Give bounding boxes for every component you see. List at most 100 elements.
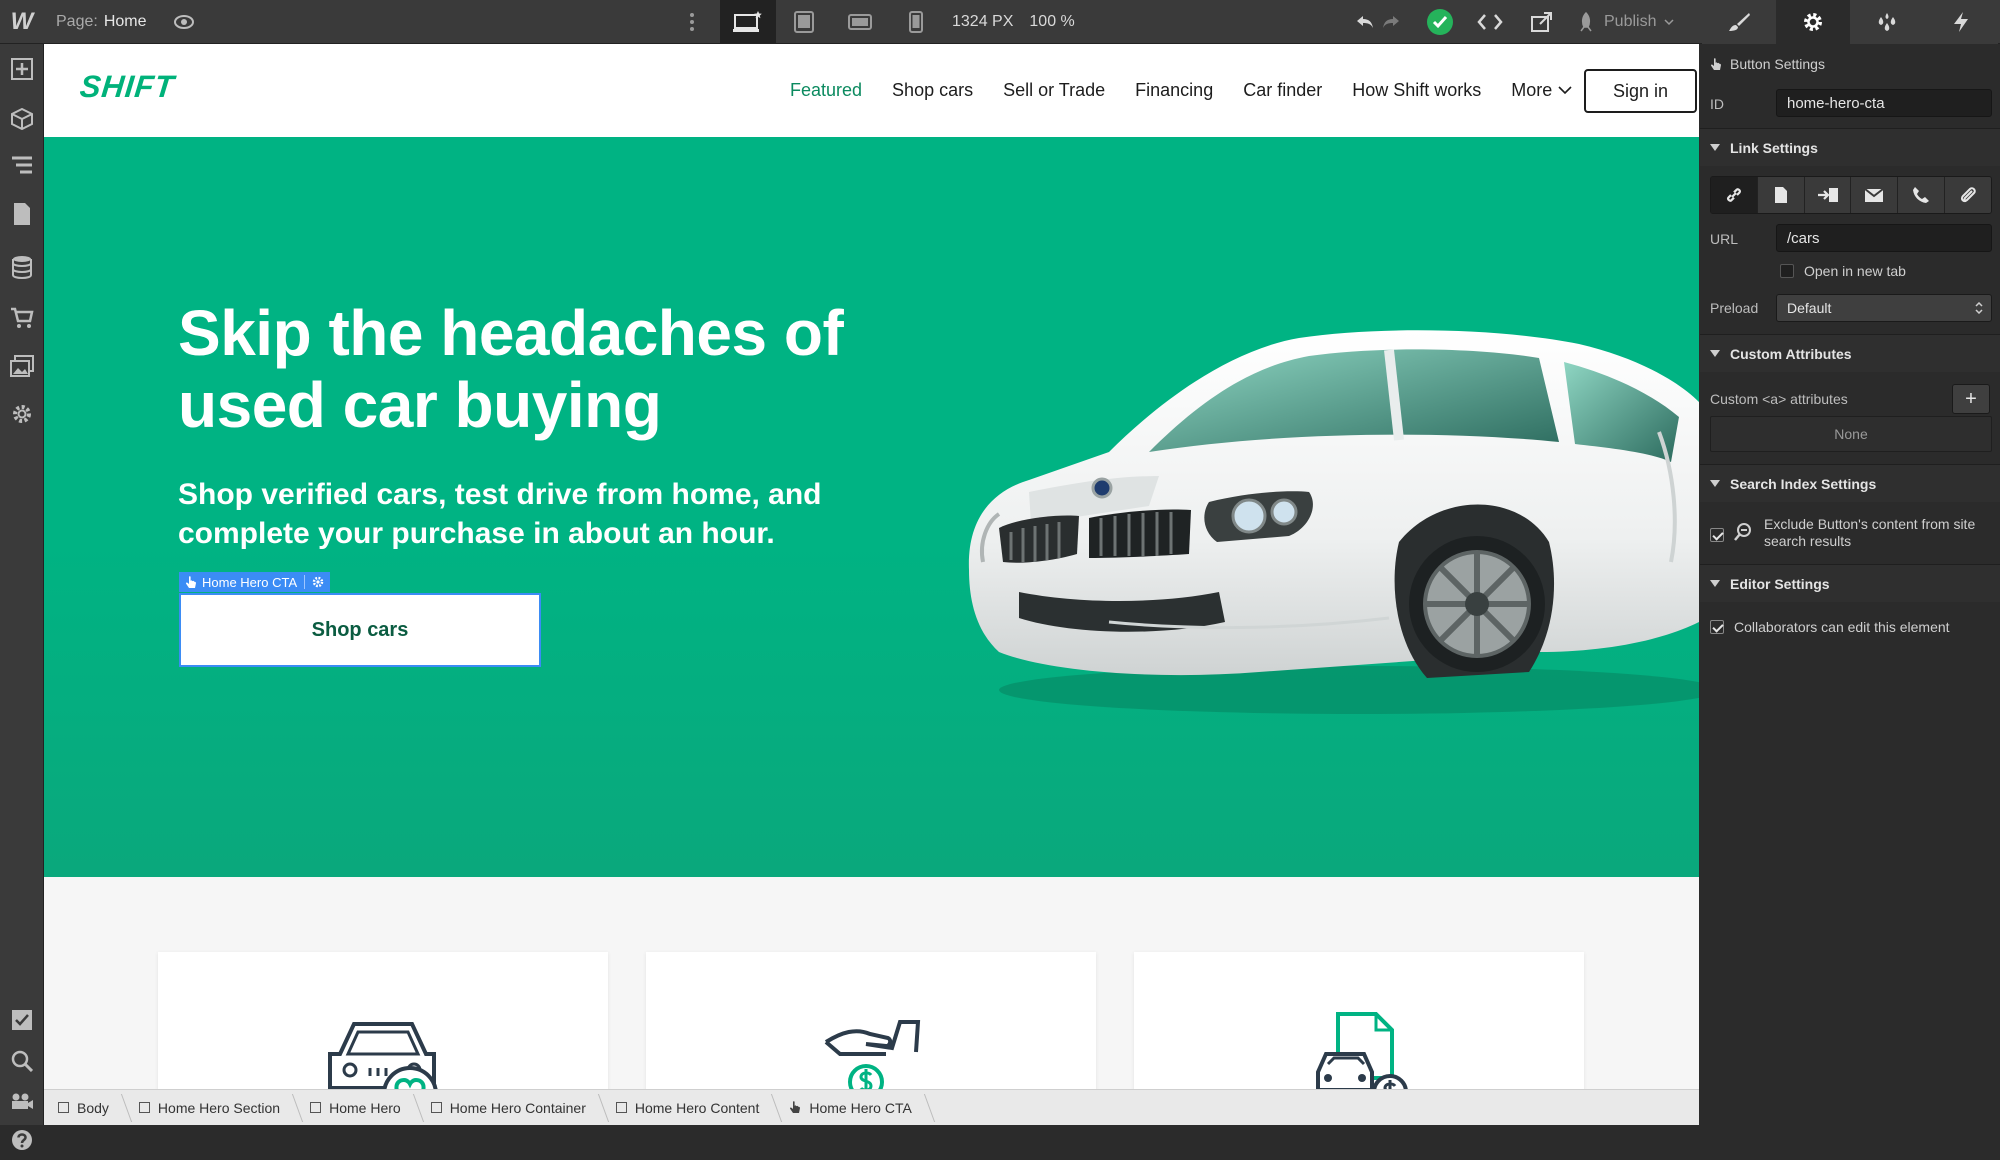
email-link-icon[interactable] <box>1851 177 1899 213</box>
hero-title: Skip the headaches of used car buying <box>178 297 844 441</box>
add-elements-plus-icon[interactable] <box>0 47 44 91</box>
nav-link-car-finder[interactable]: Car finder <box>1243 80 1322 101</box>
nav-link-featured[interactable]: Featured <box>790 80 862 101</box>
breadcrumb-label: Home Hero Section <box>157 1099 281 1116</box>
element-id-input[interactable]: home-hero-cta <box>1776 89 1992 117</box>
collapse-triangle-icon <box>1710 580 1720 587</box>
assets-images-icon[interactable] <box>0 344 44 388</box>
url-link-icon[interactable] <box>1711 177 1758 213</box>
panel-element-header: Button Settings <box>1710 54 1825 74</box>
car-heart-icon <box>328 1022 438 1089</box>
phone-link-icon[interactable] <box>1898 177 1946 213</box>
video-tutorials-icon[interactable] <box>0 1079 44 1123</box>
nav-link-financing[interactable]: Financing <box>1135 80 1213 101</box>
symbols-cube-icon[interactable] <box>0 97 44 141</box>
nav-link-sell-or-trade[interactable]: Sell or Trade <box>1003 80 1105 101</box>
url-label: URL <box>1710 231 1739 247</box>
tablet-breakpoint-icon[interactable] <box>776 0 832 44</box>
site-navbar: SHIFT Featured Shop cars Sell or Trade F… <box>44 44 1699 137</box>
breadcrumb-home-hero[interactable]: Home Hero <box>296 1090 417 1126</box>
shift-logo[interactable]: SHIFT <box>78 69 176 105</box>
section-title: Search Index Settings <box>1730 475 1877 492</box>
car-document-icon <box>1316 1012 1408 1089</box>
section-title: Link Settings <box>1730 139 1818 156</box>
publish-button[interactable]: Publish <box>1576 0 1675 44</box>
search-index-settings-header[interactable]: Search Index Settings <box>1700 464 2000 502</box>
undo-icon[interactable] <box>1355 14 1375 30</box>
collaborators-edit-label: Collaborators can edit this element <box>1734 619 1950 635</box>
share-icon[interactable] <box>1522 0 1562 44</box>
interactions-drops-icon[interactable] <box>1850 0 1924 44</box>
section-link-icon[interactable] <box>1804 177 1852 213</box>
exclude-from-search-label: Exclude Button's content from site searc… <box>1764 516 1976 549</box>
element-breadcrumb: Body Home Hero Section Home Hero Home He… <box>44 1089 1699 1125</box>
panel-tabs <box>1702 0 1998 44</box>
feature-card-financing <box>646 952 1096 1089</box>
preload-label: Preload <box>1710 300 1759 316</box>
page-link-icon[interactable] <box>1757 177 1805 213</box>
breadcrumb-home-hero-content[interactable]: Home Hero Content <box>602 1090 776 1126</box>
sign-in-button[interactable]: Sign in <box>1584 69 1697 113</box>
select-arrows-icon <box>1975 302 1983 314</box>
breadcrumb-home-hero-container[interactable]: Home Hero Container <box>417 1090 602 1126</box>
collapse-triangle-icon <box>1710 350 1720 357</box>
collapse-triangle-icon <box>1710 144 1720 151</box>
webflow-logo[interactable]: W <box>0 0 44 44</box>
navigator-layers-icon[interactable] <box>0 143 44 187</box>
mobile-portrait-breakpoint-icon[interactable] <box>888 0 944 44</box>
collaborators-edit-checkbox[interactable] <box>1710 620 1724 634</box>
help-question-icon[interactable] <box>0 1120 44 1160</box>
custom-attributes-header[interactable]: Custom Attributes <box>1700 334 2000 372</box>
selected-element-tag[interactable]: Home Hero CTA <box>179 572 331 592</box>
site-nav-links: Featured Shop cars Sell or Trade Financi… <box>790 44 1602 137</box>
designer-left-toolbar <box>0 44 44 1150</box>
hero-car-image <box>968 330 1699 714</box>
div-box-icon <box>615 1102 627 1113</box>
home-hero-cta-button[interactable]: Shop cars <box>179 593 541 667</box>
style-panel-brush-icon[interactable] <box>1702 0 1776 44</box>
editor-settings-header[interactable]: Editor Settings <box>1700 564 2000 602</box>
collapse-triangle-icon <box>1710 480 1720 487</box>
redo-icon[interactable] <box>1381 14 1401 30</box>
desktop-breakpoint-icon[interactable] <box>720 0 776 44</box>
exclude-from-search-checkbox[interactable] <box>1710 528 1724 542</box>
nav-link-shop-cars[interactable]: Shop cars <box>892 80 973 101</box>
file-attachment-icon[interactable] <box>1945 177 1991 213</box>
selected-element-name: Home Hero CTA <box>202 574 298 590</box>
cms-database-icon[interactable] <box>0 245 44 289</box>
link-settings-header[interactable]: Link Settings <box>1700 128 2000 166</box>
nav-link-how-shift-works[interactable]: How Shift works <box>1352 80 1481 101</box>
page-selector[interactable]: Page: Home <box>56 0 147 44</box>
nav-more-dropdown[interactable]: More <box>1511 80 1572 101</box>
search-icon[interactable] <box>0 1039 44 1083</box>
design-canvas[interactable]: SHIFT Featured Shop cars Sell or Trade F… <box>44 44 1699 1089</box>
settings-gear-icon[interactable] <box>1776 0 1850 44</box>
breadcrumb-body[interactable]: Body <box>44 1090 125 1126</box>
project-settings-gear-icon[interactable] <box>0 392 44 436</box>
mobile-landscape-breakpoint-icon[interactable] <box>832 0 888 44</box>
section-title: Custom Attributes <box>1730 345 1852 362</box>
save-status-check-icon[interactable] <box>1420 0 1460 44</box>
add-attribute-plus-icon[interactable]: + <box>1952 384 1990 414</box>
settings-panel: Button Settings ID home-hero-cta Link Se… <box>1700 44 2000 1125</box>
breadcrumb-home-hero-section[interactable]: Home Hero Section <box>125 1090 296 1126</box>
breakpoint-switcher <box>720 0 944 44</box>
url-input[interactable]: /cars <box>1776 224 1992 252</box>
audit-checkbox-icon[interactable] <box>0 998 44 1042</box>
more-vertical-icon[interactable] <box>680 0 704 44</box>
ecommerce-cart-icon[interactable] <box>0 296 44 340</box>
chevron-down-icon <box>1664 19 1675 26</box>
code-export-icon[interactable] <box>1470 0 1510 44</box>
lightning-bolt-icon[interactable] <box>1924 0 1998 44</box>
link-type-selector <box>1710 176 1992 214</box>
open-new-tab-checkbox[interactable] <box>1780 264 1794 278</box>
preview-eye-icon[interactable] <box>166 0 202 44</box>
id-label: ID <box>1710 96 1724 112</box>
preload-select[interactable]: Default <box>1776 294 1992 322</box>
designer-topbar: W Page: Home 1324 PX 100 % Publish <box>0 0 2000 44</box>
hero-subtitle: Shop verified cars, test drive from home… <box>178 478 822 550</box>
breadcrumb-label: Home Hero Container <box>449 1099 586 1116</box>
breadcrumb-home-hero-cta[interactable]: Home Hero CTA <box>775 1090 927 1126</box>
undo-redo <box>1352 0 1404 44</box>
pages-document-icon[interactable] <box>0 192 44 236</box>
